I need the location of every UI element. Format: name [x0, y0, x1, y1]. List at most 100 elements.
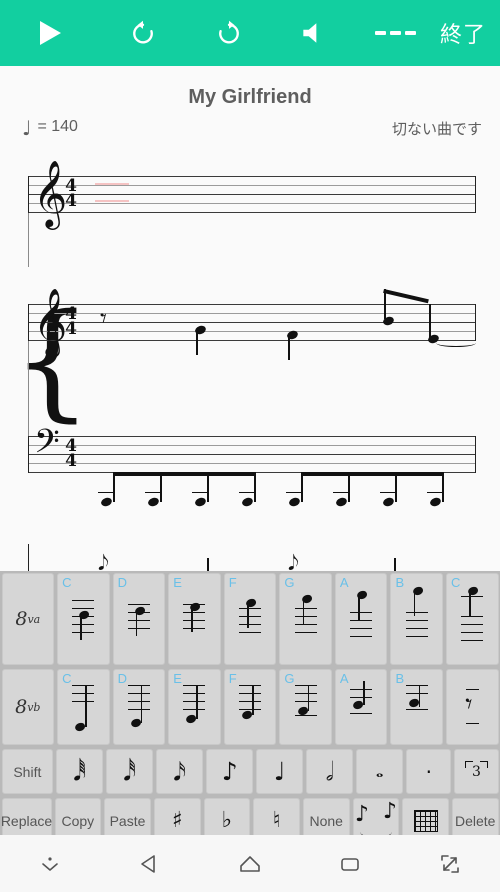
- key-note-c-high[interactable]: C: [57, 573, 110, 665]
- edit-cursor-2: [95, 200, 129, 202]
- key-note-f-low[interactable]: F: [223, 669, 277, 745]
- android-navigation-bar: [0, 835, 500, 892]
- key-note-g-low[interactable]: G: [279, 669, 332, 745]
- octave-down-label: 8: [15, 696, 28, 718]
- sixteenth-note-icon: 𝅘𝅥𝅯: [173, 757, 187, 786]
- home-icon: [240, 855, 260, 872]
- tempo-value: = 140: [37, 118, 78, 135]
- redo-button[interactable]: [186, 0, 272, 66]
- note-glyph-c-low: [63, 679, 103, 735]
- slur-note-2-icon: ♪: [382, 798, 397, 824]
- replace-label: Replace: [0, 812, 53, 829]
- delete-label: Delete: [454, 812, 496, 829]
- note-glyph-d-high: [119, 586, 159, 652]
- paste-label: Paste: [109, 812, 146, 829]
- hide-keyboard-icon: [42, 856, 58, 871]
- duration-eighth-note[interactable]: ♪: [206, 749, 254, 794]
- eighth-note-partial-1[interactable]: 𝅘𝅥𝅮: [98, 553, 109, 572]
- back-button[interactable]: [100, 835, 200, 892]
- shift-key[interactable]: Shift: [1, 749, 54, 794]
- volume-button[interactable]: [272, 0, 352, 66]
- note-keyboard-panel[interactable]: 8 va C D E F G A B C 8 vb C D E F G A B …: [0, 571, 500, 843]
- note-glyph-b-low: [397, 679, 437, 735]
- quarter-rest[interactable]: 𝄾: [100, 306, 107, 332]
- duration-whole-note[interactable]: 𝅝: [356, 749, 404, 794]
- quarter-rest-icon: 𝄾: [452, 679, 492, 735]
- time-signature: 4 4: [65, 304, 77, 339]
- note-glyph-e-high: [174, 586, 214, 652]
- key-note-e-high[interactable]: E: [168, 573, 221, 665]
- octave-up-sup: va: [27, 612, 41, 626]
- slur-note-1-icon: ♪: [354, 801, 369, 827]
- note-glyph-f-high: [230, 586, 270, 652]
- more-options-button[interactable]: [352, 0, 438, 66]
- key-note-c-top[interactable]: C: [446, 573, 499, 665]
- exit-button[interactable]: 終了: [440, 0, 486, 66]
- key-rest[interactable]: 𝄾: [446, 669, 499, 745]
- grid-icon: [413, 809, 438, 832]
- key-note-b-high[interactable]: B: [390, 573, 443, 665]
- key-note-a-low[interactable]: A: [334, 669, 388, 745]
- duration-dot[interactable]: ·: [406, 749, 452, 794]
- duration-triplet[interactable]: 3: [454, 749, 499, 794]
- recents-icon: [341, 857, 359, 871]
- note-glyph-g-low: [286, 679, 326, 735]
- volume-icon: [303, 23, 317, 43]
- eighth-note-icon: ♪: [221, 757, 238, 786]
- keyboard-row-octave-down: 8 vb C D E F G A B 𝄾: [0, 667, 500, 747]
- time-signature: 4 4: [65, 436, 77, 471]
- tie-curve: [436, 339, 476, 347]
- key-note-g-high[interactable]: G: [279, 573, 332, 665]
- staff-system-4-partial[interactable]: 𝅘𝅥𝅮 𝅘𝅥𝅮: [0, 544, 500, 571]
- note-glyph-c-top: [452, 585, 492, 652]
- key-note-d-high[interactable]: D: [112, 573, 166, 665]
- duration-sixty-fourth-note[interactable]: 𝅘𝅥𝅱: [56, 749, 104, 794]
- duration-thirty-second-note[interactable]: 𝅘𝅥𝅰: [106, 749, 154, 794]
- sixty-fourth-note-icon: 𝅘𝅥𝅱: [73, 757, 87, 786]
- duration-half-note[interactable]: 𝅗𝅥: [306, 749, 354, 794]
- duration-sixteenth-note[interactable]: 𝅘𝅥𝅯: [156, 749, 204, 794]
- play-button[interactable]: [0, 0, 100, 66]
- tempo-note-icon: ♩: [22, 116, 32, 140]
- time-signature: 4 4: [65, 176, 77, 211]
- octave-down-key[interactable]: 8 vb: [1, 669, 55, 745]
- dot-icon: ·: [425, 759, 432, 784]
- fullscreen-button[interactable]: [400, 835, 500, 892]
- note-glyph-c-high: [63, 586, 103, 652]
- octave-up-key[interactable]: 8 va: [1, 573, 55, 665]
- score-area[interactable]: My Girlfriend ♩ = 140 切ない曲です 𝄞 4 4 { 𝄞 4…: [0, 66, 500, 571]
- eighth-note-partial-2[interactable]: 𝅘𝅥𝅮: [288, 553, 299, 572]
- flat-icon: ♭: [221, 807, 233, 833]
- half-note-icon: 𝅗𝅥: [325, 757, 334, 786]
- octave-up-label: 8: [15, 608, 28, 630]
- hide-keyboard-button[interactable]: [0, 835, 100, 892]
- staff-system-3[interactable]: 𝄢 4 4: [0, 426, 500, 571]
- note-glyph-a-high: [341, 586, 381, 652]
- none-label: None: [309, 812, 343, 829]
- dashes-icon: [374, 31, 416, 35]
- quarter-note-icon: ♩: [273, 757, 286, 786]
- home-button[interactable]: [200, 835, 300, 892]
- slur-icon: ♪ ♪: [354, 798, 398, 838]
- key-note-e-low[interactable]: E: [168, 669, 221, 745]
- key-note-f-high[interactable]: F: [223, 573, 277, 665]
- recents-button[interactable]: [300, 835, 400, 892]
- key-note-c-low[interactable]: C: [57, 669, 110, 745]
- key-note-a-high[interactable]: A: [334, 573, 388, 665]
- note-glyph-g-high: [286, 586, 326, 652]
- undo-icon: [133, 20, 153, 44]
- redo-icon: [219, 20, 239, 44]
- page-title: My Girlfriend: [188, 86, 312, 108]
- top-toolbar: 終了: [0, 0, 500, 66]
- duration-quarter-note[interactable]: ♩: [256, 749, 304, 794]
- score-subtitle: 切ない曲です: [391, 121, 482, 138]
- back-icon: [141, 854, 155, 873]
- staff-system-2[interactable]: { 𝄞 4 4 𝄾: [0, 289, 500, 436]
- key-note-b-low[interactable]: B: [390, 669, 443, 745]
- staff-system-1[interactable]: 𝄞 4 4: [0, 164, 500, 267]
- edit-cursor: [95, 183, 129, 185]
- whole-note-icon: 𝅝: [375, 760, 384, 782]
- key-note-d-low[interactable]: D: [112, 669, 166, 745]
- undo-button[interactable]: [100, 0, 186, 66]
- tempo-marking: ♩ = 140: [22, 116, 78, 140]
